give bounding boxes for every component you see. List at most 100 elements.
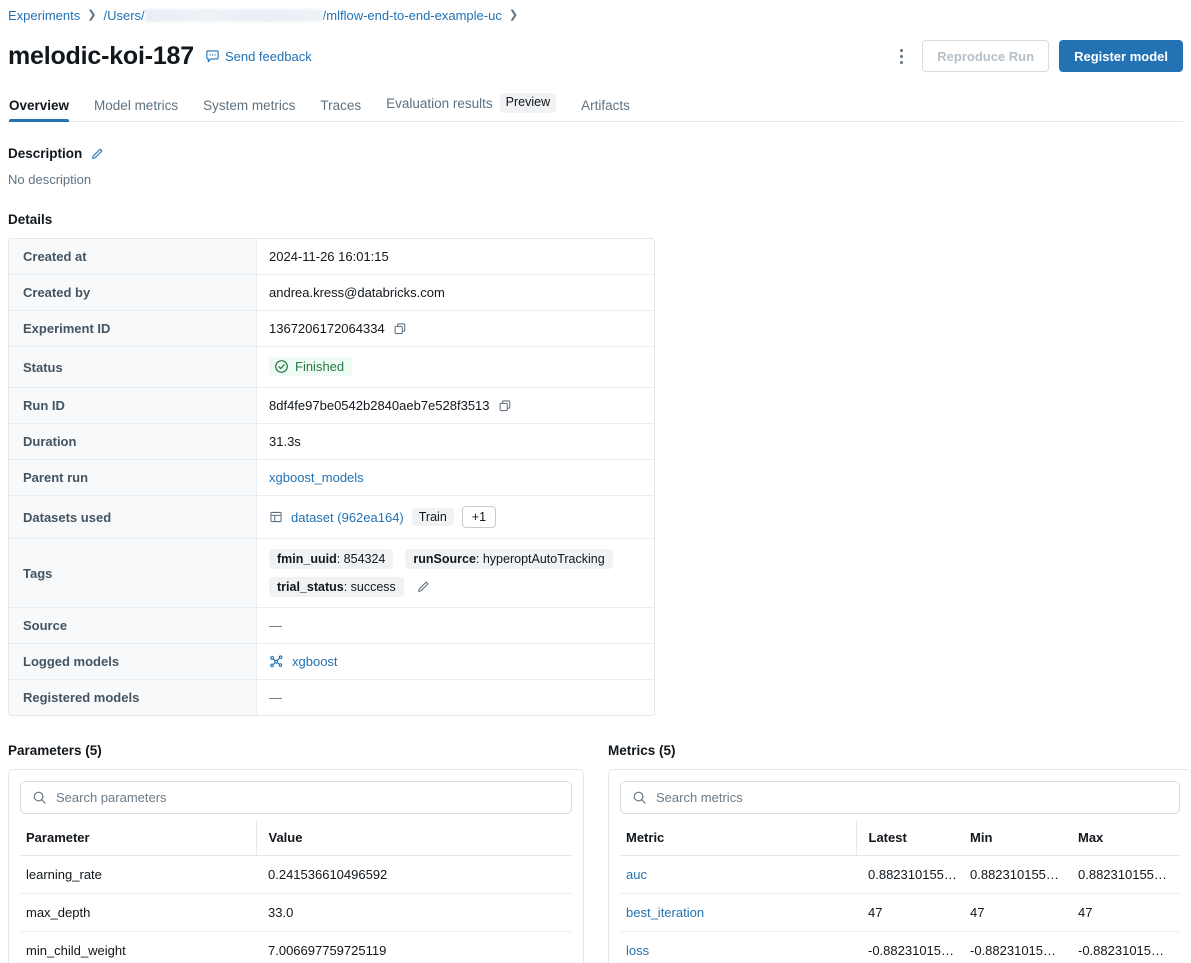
row-label-source: Source bbox=[9, 608, 257, 644]
column-header-latest[interactable]: Latest bbox=[856, 820, 964, 856]
search-parameters-input[interactable] bbox=[56, 790, 560, 805]
more-options-icon[interactable] bbox=[890, 41, 912, 71]
column-header-min[interactable]: Min bbox=[964, 820, 1072, 856]
dataset-link[interactable]: dataset (962ea164) bbox=[291, 510, 404, 525]
run-details-page: Experiments ❯ /Users/ /mlflow-end-to-end… bbox=[0, 0, 1191, 963]
register-model-button[interactable]: Register model bbox=[1059, 40, 1183, 72]
details-heading: Details bbox=[8, 212, 1183, 227]
row-label-registered-models: Registered models bbox=[9, 680, 257, 715]
run-id-text: 8df4fe97be0542b2840aeb7e528f3513 bbox=[269, 398, 490, 413]
tag-chip-trial-status: trial_status: success bbox=[269, 577, 404, 597]
row-value-created-at: 2024-11-26 16:01:15 bbox=[257, 239, 654, 275]
metric-link[interactable]: loss bbox=[626, 943, 649, 958]
status-label: Finished bbox=[295, 359, 344, 374]
edit-tags-pencil-icon[interactable] bbox=[416, 580, 430, 594]
parameter-value: 7.006697759725119 bbox=[256, 932, 572, 963]
row-value-source: — bbox=[257, 608, 654, 644]
table-row: Run ID 8df4fe97be0542b2840aeb7e528f3513 bbox=[9, 388, 654, 424]
row-label-status: Status bbox=[9, 347, 257, 388]
search-metrics-box[interactable] bbox=[620, 781, 1180, 814]
tab-evaluation-results-label: Evaluation results bbox=[386, 96, 493, 111]
description-title: Description bbox=[8, 146, 82, 161]
tab-overview[interactable]: Overview bbox=[9, 98, 69, 121]
parameters-card: Parameter Value learning_rate 0.24153661… bbox=[8, 769, 584, 963]
table-row: Source — bbox=[9, 608, 654, 644]
metric-name[interactable]: auc bbox=[620, 856, 856, 894]
dataset-more-badge[interactable]: +1 bbox=[462, 506, 496, 528]
metric-name[interactable]: loss bbox=[620, 932, 856, 963]
metric-link[interactable]: best_iteration bbox=[626, 905, 704, 920]
tab-system-metrics-label: System metrics bbox=[203, 98, 295, 113]
speech-bubble-icon bbox=[205, 49, 220, 64]
parameters-table: Parameter Value learning_rate 0.24153661… bbox=[20, 820, 572, 963]
column-header-metric[interactable]: Metric bbox=[620, 820, 856, 856]
row-label-datasets-used: Datasets used bbox=[9, 496, 257, 539]
tab-system-metrics[interactable]: System metrics bbox=[203, 98, 295, 121]
row-value-parent-run: xgboost_models bbox=[257, 460, 654, 496]
copy-icon[interactable] bbox=[498, 399, 512, 413]
tag-value: 854324 bbox=[344, 552, 386, 566]
metric-latest: 0.882310155… bbox=[856, 856, 964, 894]
parameter-name: min_child_weight bbox=[20, 932, 256, 963]
metrics-panel: Metrics (5) Metric bbox=[608, 743, 1191, 963]
tab-artifacts[interactable]: Artifacts bbox=[581, 98, 630, 121]
tab-traces-label: Traces bbox=[320, 98, 361, 113]
tab-traces[interactable]: Traces bbox=[320, 98, 361, 121]
table-row: Tags fmin_uuid: 854324 runSource: hypero… bbox=[9, 539, 654, 608]
reproduce-run-button[interactable]: Reproduce Run bbox=[922, 40, 1049, 72]
status-badge: Finished bbox=[269, 357, 352, 376]
metrics-table: Metric Latest Min Max auc 0.882310155… 0… bbox=[620, 820, 1180, 963]
tag-chip-run-source: runSource: hyperoptAutoTracking bbox=[405, 549, 612, 569]
row-label-created-at: Created at bbox=[9, 239, 257, 275]
copy-icon[interactable] bbox=[393, 322, 407, 336]
column-header-max[interactable]: Max bbox=[1072, 820, 1180, 856]
dataset-split-badge: Train bbox=[412, 508, 454, 526]
row-value-status: Finished bbox=[257, 347, 654, 388]
row-value-registered-models: — bbox=[257, 680, 654, 715]
column-header-parameter[interactable]: Parameter bbox=[20, 820, 256, 856]
parameter-name: max_depth bbox=[20, 894, 256, 932]
breadcrumb-experiments[interactable]: Experiments bbox=[8, 8, 80, 23]
tab-artifacts-label: Artifacts bbox=[581, 98, 630, 113]
metric-min: 47 bbox=[964, 894, 1072, 932]
send-feedback-label: Send feedback bbox=[225, 49, 312, 64]
table-header-row: Metric Latest Min Max bbox=[620, 820, 1180, 856]
search-parameters-box[interactable] bbox=[20, 781, 572, 814]
send-feedback-link[interactable]: Send feedback bbox=[205, 49, 312, 64]
table-icon bbox=[269, 510, 283, 524]
preview-badge: Preview bbox=[500, 93, 556, 113]
row-value-run-id: 8df4fe97be0542b2840aeb7e528f3513 bbox=[257, 388, 654, 424]
tab-evaluation-results[interactable]: Evaluation results Preview bbox=[386, 93, 556, 121]
parent-run-link[interactable]: xgboost_models bbox=[269, 470, 364, 485]
table-row: loss -0.88231015… -0.88231015… -0.882310… bbox=[620, 932, 1180, 963]
tab-model-metrics[interactable]: Model metrics bbox=[94, 98, 178, 121]
row-label-tags: Tags bbox=[9, 539, 257, 608]
metric-name[interactable]: best_iteration bbox=[620, 894, 856, 932]
row-value-duration: 31.3s bbox=[257, 424, 654, 460]
table-row: Duration 31.3s bbox=[9, 424, 654, 460]
tab-overview-label: Overview bbox=[9, 98, 69, 113]
metrics-title: Metrics (5) bbox=[608, 743, 676, 758]
table-row: best_iteration 47 47 47 bbox=[620, 894, 1180, 932]
breadcrumb-experiment-path[interactable]: /Users/ /mlflow-end-to-end-example-uc bbox=[103, 8, 501, 23]
description-section: Description No description bbox=[8, 146, 1183, 187]
metric-min: -0.88231015… bbox=[964, 932, 1072, 963]
tag-key: trial_status bbox=[277, 580, 344, 594]
logged-model-link[interactable]: xgboost bbox=[292, 654, 338, 669]
metric-latest: -0.88231015… bbox=[856, 932, 964, 963]
table-row: Datasets used dataset (962ea164) Train +… bbox=[9, 496, 654, 539]
column-header-value[interactable]: Value bbox=[256, 820, 572, 856]
table-row: auc 0.882310155… 0.882310155… 0.88231015… bbox=[620, 856, 1180, 894]
table-row: Created by andrea.kress@databricks.com bbox=[9, 275, 654, 311]
row-value-created-by: andrea.kress@databricks.com bbox=[257, 275, 654, 311]
search-metrics-input[interactable] bbox=[656, 790, 1168, 805]
parameters-heading: Parameters (5) bbox=[8, 743, 584, 758]
metric-latest: 47 bbox=[856, 894, 964, 932]
table-row: Experiment ID 1367206172064334 bbox=[9, 311, 654, 347]
row-label-duration: Duration bbox=[9, 424, 257, 460]
metric-link[interactable]: auc bbox=[626, 867, 647, 882]
edit-description-pencil-icon[interactable] bbox=[90, 147, 104, 161]
breadcrumb-separator-icon-2: ❯ bbox=[509, 10, 518, 21]
metric-max: -0.88231015… bbox=[1072, 932, 1180, 963]
tag-key: fmin_uuid bbox=[277, 552, 337, 566]
